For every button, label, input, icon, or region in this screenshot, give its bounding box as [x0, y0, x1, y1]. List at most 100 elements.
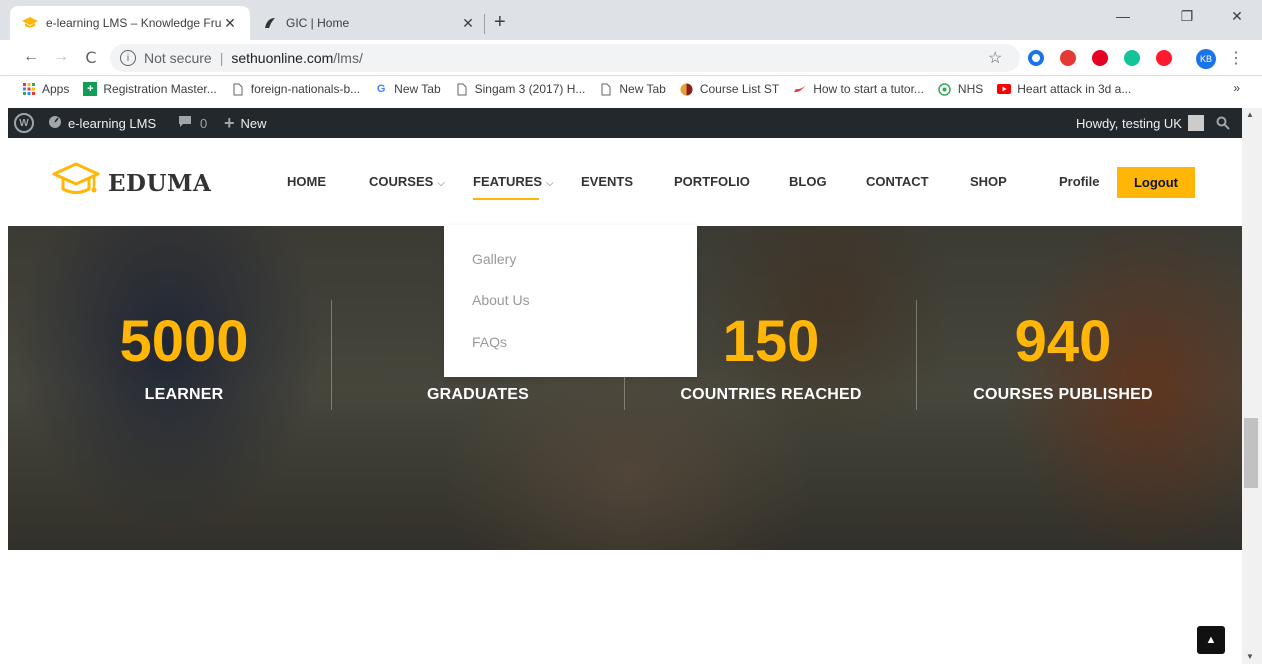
bookmark-apps[interactable]: Apps — [22, 82, 69, 96]
bookmarks-bar: Apps + Registration Master... foreign-na… — [0, 76, 1262, 102]
bookmark-label: New Tab — [619, 82, 666, 96]
counter-courses: 940 COURSES PUBLISHED — [917, 312, 1209, 404]
nav-label: COURSES — [369, 174, 434, 189]
nav-label: FEATURES — [473, 174, 543, 189]
bookmark-label: New Tab — [394, 82, 441, 96]
address-bar[interactable]: i Not secure | sethuonline.com/lms/ — [110, 44, 1020, 72]
maximize-button[interactable]: ❐ — [1164, 8, 1210, 25]
tab-title: GIC | Home — [286, 16, 350, 30]
bookmark-new-tab-2[interactable]: New Tab — [599, 82, 666, 96]
extension-icon[interactable] — [1060, 50, 1076, 66]
nav-home[interactable]: HOME — [287, 174, 326, 189]
bookmark-label: Course List ST — [699, 82, 780, 96]
bookmark-label: NHS — [957, 82, 984, 96]
scrollbar-thumb[interactable] — [1244, 418, 1258, 488]
bookmark-label: Apps — [42, 82, 70, 96]
bookmark-heart-attack[interactable]: Heart attack in 3d a... — [997, 82, 1131, 96]
bookmark-label: Registration Master... — [103, 82, 217, 96]
profile-avatar[interactable]: KB — [1196, 49, 1216, 69]
scroll-down-arrow-icon[interactable]: ▼ — [1246, 652, 1254, 661]
graduation-cap-icon — [52, 162, 100, 205]
tab-title: e-learning LMS – Knowledge Fru — [46, 16, 222, 30]
bookmark-singam[interactable]: Singam 3 (2017) H... — [455, 82, 586, 96]
bookmarks-overflow-icon[interactable]: » — [1233, 81, 1240, 95]
chevron-down-icon: ⌵ — [546, 178, 554, 189]
new-tab-button[interactable]: + — [494, 12, 506, 32]
bookmark-label: Heart attack in 3d a... — [1017, 82, 1132, 96]
wordpress-logo-icon[interactable]: W — [14, 108, 34, 138]
bookmark-registration-master[interactable]: + Registration Master... — [83, 82, 217, 96]
comments-count: 0 — [200, 115, 208, 131]
counter-learner: 5000 LEARNER — [38, 312, 330, 404]
nav-blog[interactable]: BLOG — [789, 174, 827, 189]
bookmark-new-tab[interactable]: G New Tab — [374, 82, 441, 96]
admin-bar-site[interactable]: e-learning LMS — [48, 108, 156, 138]
counter-label: COUNTRIES REACHED — [680, 386, 862, 403]
google-g-icon: G — [376, 83, 386, 95]
forward-button[interactable]: → — [50, 48, 72, 66]
counter-label: GRADUATES — [427, 386, 529, 403]
site-logo[interactable]: EDUMA — [52, 162, 211, 205]
pinterest-icon[interactable] — [1092, 50, 1108, 66]
minimize-button[interactable]: — — [1100, 8, 1146, 24]
extension-icon[interactable] — [1028, 50, 1044, 66]
user-avatar — [1187, 115, 1204, 131]
grammarly-icon[interactable] — [1124, 50, 1140, 66]
plus-square-icon: + — [83, 82, 98, 96]
nav-portfolio[interactable]: PORTFOLIO — [674, 174, 750, 189]
page-scrollbar[interactable] — [1242, 108, 1262, 664]
admin-bar-site-name: e-learning LMS — [68, 115, 157, 131]
dropdown-item-about-us[interactable]: About Us — [472, 292, 530, 308]
bookmark-tutor[interactable]: How to start a tutor... — [793, 82, 924, 96]
bookmark-foreign-nationals[interactable]: foreign-nationals-b... — [231, 82, 360, 96]
tab-elearning-lms[interactable]: e-learning LMS – Knowledge Fru ✕ — [10, 6, 250, 40]
window-close-button[interactable]: ✕ — [1214, 8, 1260, 25]
document-icon — [599, 82, 613, 96]
bookmark-label: foreign-nationals-b... — [250, 82, 361, 96]
opera-icon[interactable] — [1156, 50, 1172, 66]
nav-shop[interactable]: SHOP — [970, 174, 1007, 189]
browser-tab-strip: e-learning LMS – Knowledge Fru ✕ GIC | H… — [0, 0, 1262, 40]
admin-bar-account[interactable]: Howdy, testing UK — [1076, 108, 1204, 138]
counter-number: 940 — [1014, 309, 1112, 374]
bookmark-course-list[interactable]: Course List ST — [680, 82, 779, 96]
nhs-icon — [938, 82, 952, 96]
nav-courses[interactable]: COURSES ⌵ — [369, 174, 445, 189]
nav-contact[interactable]: CONTACT — [866, 174, 929, 189]
browser-toolbar: ← → C i Not secure | sethuonline.com/lms… — [0, 40, 1262, 76]
apps-grid-icon — [22, 82, 36, 96]
nav-features[interactable]: FEATURES ⌵ — [473, 174, 554, 189]
admin-bar-new[interactable]: + New — [224, 108, 267, 138]
document-icon — [455, 82, 469, 96]
tab-gic-home[interactable]: GIC | Home ✕ — [250, 6, 488, 40]
back-to-top-button[interactable]: ▲ — [1197, 626, 1225, 654]
graduation-cap-icon — [22, 15, 38, 31]
url-host: sethuonline.com — [231, 50, 334, 66]
bookmark-label: Singam 3 (2017) H... — [474, 82, 586, 96]
scroll-up-arrow-icon[interactable]: ▲ — [1246, 110, 1254, 119]
tab-close-icon[interactable]: ✕ — [460, 15, 476, 32]
profile-link[interactable]: Profile — [1059, 174, 1099, 189]
bookmark-nhs[interactable]: NHS — [938, 82, 983, 96]
dashboard-icon — [48, 115, 62, 132]
browser-menu-icon[interactable]: ⋮ — [1228, 48, 1244, 68]
bookmark-star-icon[interactable]: ☆ — [988, 48, 1002, 68]
search-icon[interactable] — [1216, 108, 1230, 138]
nav-events[interactable]: EVENTS — [581, 174, 633, 189]
counter-label: LEARNER — [144, 386, 224, 403]
dropdown-item-gallery[interactable]: Gallery — [472, 251, 516, 267]
admin-bar-comments[interactable]: 0 — [178, 108, 207, 138]
back-button[interactable]: ← — [20, 48, 42, 66]
bookmark-label: How to start a tutor... — [813, 82, 924, 96]
youtube-icon — [997, 82, 1012, 96]
chevron-down-icon: ⌵ — [437, 178, 445, 189]
counter-label: COURSES PUBLISHED — [973, 386, 1153, 403]
reload-button[interactable]: C — [80, 48, 102, 67]
dropdown-item-faqs[interactable]: FAQs — [472, 334, 507, 350]
circle-logo-icon — [680, 82, 694, 96]
tab-close-icon[interactable]: ✕ — [222, 15, 238, 32]
plus-icon: + — [224, 112, 235, 133]
info-icon[interactable]: i — [120, 50, 136, 66]
logout-button[interactable]: Logout — [1117, 167, 1195, 198]
active-menu-underline — [473, 198, 539, 200]
